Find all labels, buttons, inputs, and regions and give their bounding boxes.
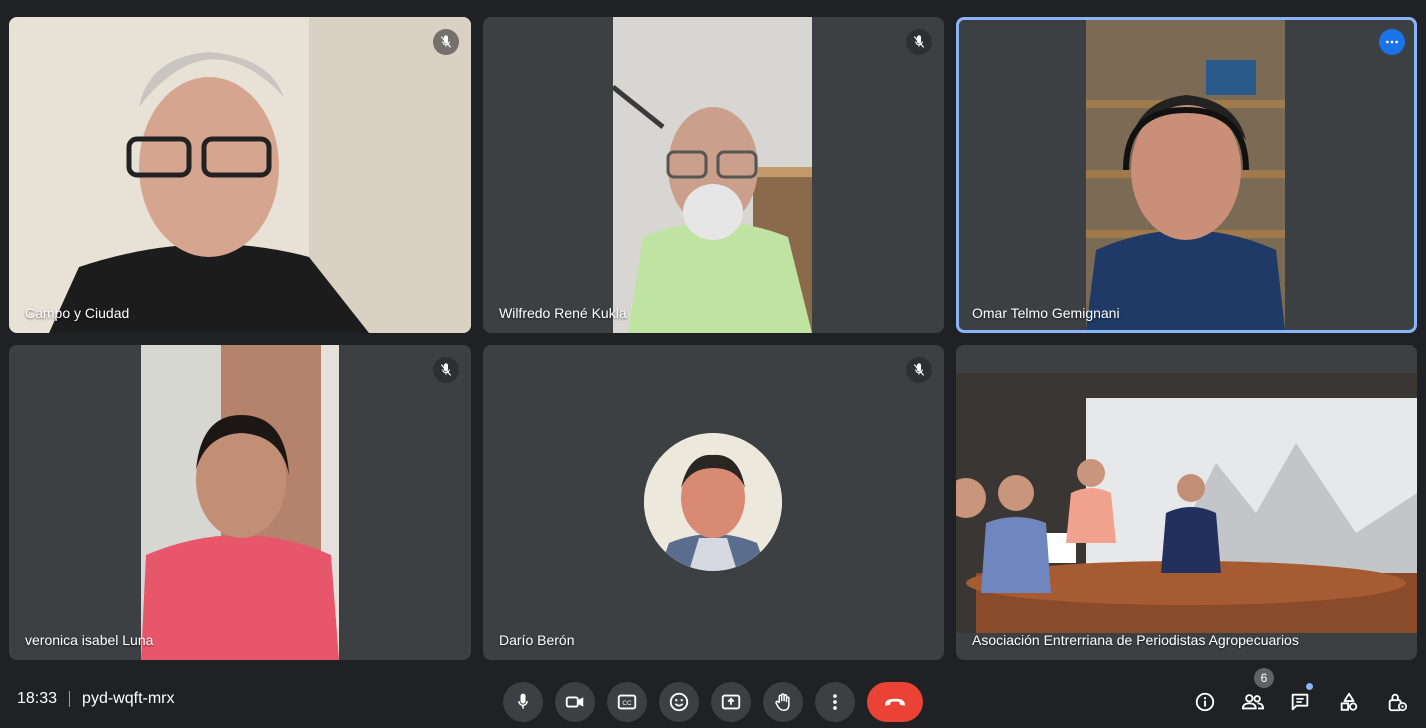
raise-hand-button[interactable] <box>763 682 803 722</box>
muted-mic-icon <box>433 357 459 383</box>
participant-count-badge: 6 <box>1254 668 1274 688</box>
present-button[interactable] <box>711 682 751 722</box>
participant-tile-3[interactable]: Omar Telmo Gemignani <box>956 17 1417 333</box>
participant-name: Darío Berón <box>499 632 575 648</box>
host-controls-icon <box>1388 693 1407 712</box>
participant-video <box>956 373 1417 633</box>
muted-mic-icon <box>906 29 932 55</box>
muted-mic-icon <box>906 357 932 383</box>
meeting-code: pyd-wqft-mrx <box>82 690 175 707</box>
muted-mic-icon <box>433 29 459 55</box>
participant-video <box>1086 20 1285 330</box>
people-button[interactable] <box>1237 686 1269 718</box>
avatar <box>644 433 782 571</box>
participant-tile-1[interactable]: Campo y Ciudad <box>9 17 471 333</box>
meeting-info-button[interactable] <box>1189 686 1221 718</box>
call-end-icon <box>885 698 905 706</box>
participant-video <box>9 17 471 333</box>
captions-button[interactable]: CC <box>607 682 647 722</box>
participant-tile-6[interactable]: Asociación Entrerriana de Periodistas Ag… <box>956 345 1417 660</box>
clock-time: 18:33 <box>17 690 58 707</box>
present-screen-icon <box>721 694 741 710</box>
camera-button[interactable] <box>555 682 595 722</box>
leave-call-button[interactable] <box>867 682 923 722</box>
participant-tile-2[interactable]: Wilfredo René Kukla <box>483 17 944 333</box>
closed-captions-icon: CC <box>617 694 637 710</box>
microphone-button[interactable] <box>503 682 543 722</box>
more-options-icon[interactable] <box>1379 29 1405 55</box>
more-options-button[interactable] <box>815 682 855 722</box>
participant-video <box>141 345 339 660</box>
participant-name: Campo y Ciudad <box>25 305 130 321</box>
videocam-icon <box>565 696 584 708</box>
chat-icon <box>1291 693 1309 711</box>
more-vert-icon <box>833 694 837 710</box>
participant-tile-4[interactable]: veronica isabel Luna <box>9 345 471 660</box>
participant-name: veronica isabel Luna <box>25 632 154 648</box>
svg-text:CC: CC <box>622 700 632 707</box>
participant-tile-5[interactable]: Darío Berón <box>483 345 944 660</box>
activities-icon <box>1340 692 1358 711</box>
raise-hand-icon <box>775 693 790 711</box>
divider <box>69 691 71 707</box>
host-controls-button[interactable] <box>1381 686 1413 718</box>
people-icon <box>1241 694 1265 710</box>
participant-video <box>613 17 812 333</box>
chat-button[interactable] <box>1284 686 1316 718</box>
meeting-details: 18:33 pyd-wqft-mrx <box>17 690 175 708</box>
mic-icon <box>518 693 528 709</box>
participant-name: Omar Telmo Gemignani <box>972 305 1120 321</box>
bottom-toolbar: 18:33 pyd-wqft-mrx CC <box>0 672 1426 728</box>
participant-name: Asociación Entrerriana de Periodistas Ag… <box>972 632 1299 648</box>
participant-name: Wilfredo René Kukla <box>499 305 627 321</box>
chat-notification-dot <box>1306 683 1313 690</box>
activities-button[interactable] <box>1333 686 1365 718</box>
emoji-button[interactable] <box>659 682 699 722</box>
emoji-icon <box>669 692 689 712</box>
info-icon <box>1195 692 1215 712</box>
